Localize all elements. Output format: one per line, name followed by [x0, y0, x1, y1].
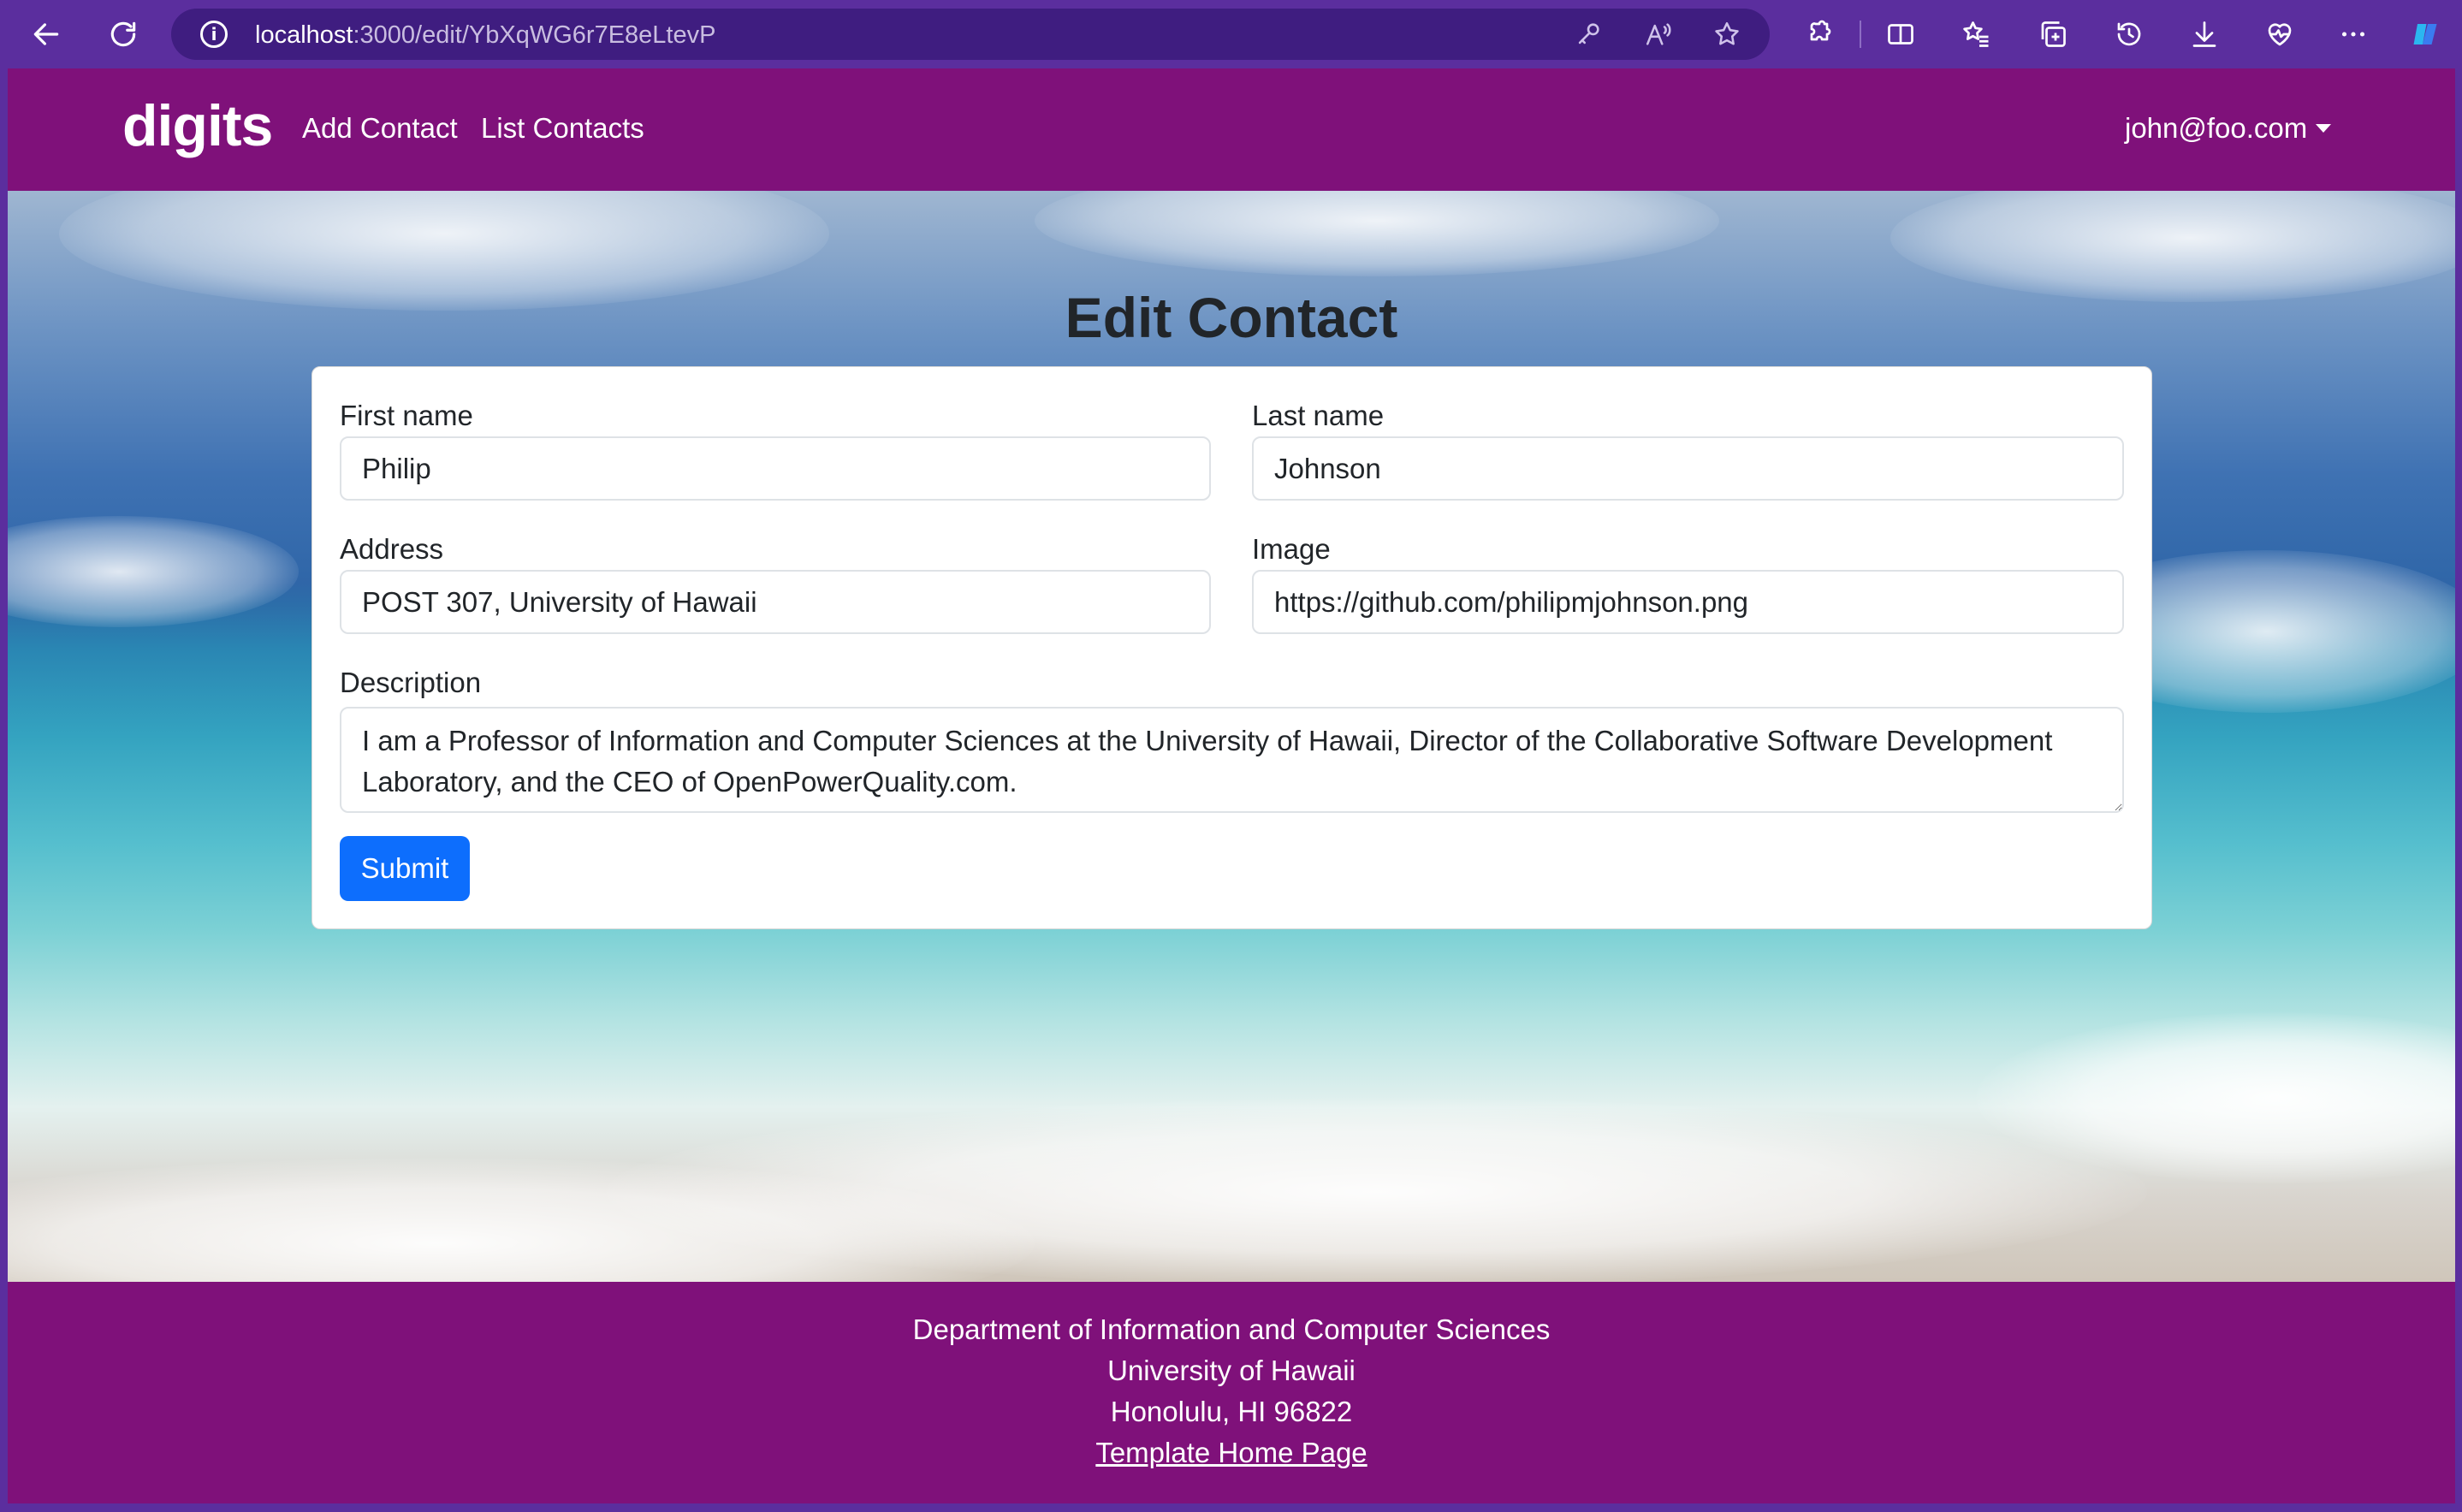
submit-button[interactable]: Submit — [340, 836, 470, 901]
cloud-decoration — [1035, 191, 1719, 276]
last-name-label: Last name — [1252, 400, 1385, 431]
footer-city: Honolulu, HI 96822 — [1110, 1396, 1353, 1427]
page-title: Edit Contact — [1065, 286, 1398, 349]
nav-add-contact[interactable]: Add Contact — [302, 112, 458, 145]
performance-heart-icon[interactable] — [2261, 15, 2299, 53]
footer-link-row: Template Home Page — [8, 1437, 2455, 1469]
back-arrow-icon[interactable] — [22, 12, 70, 56]
key-icon[interactable] — [1573, 19, 1604, 50]
more-options-icon[interactable] — [2334, 15, 2372, 53]
page-footer: Department of Information and Computer S… — [8, 1282, 2455, 1503]
browser-toolbar: i localhost:3000/edit/YbXqWG6r7E8eLtevP — [0, 0, 2462, 68]
history-icon[interactable] — [2110, 15, 2148, 53]
image-label: Image — [1252, 533, 1331, 565]
app-navbar: digits Add Contact List Contacts john@fo… — [8, 68, 2455, 191]
downloads-icon[interactable] — [2186, 15, 2223, 53]
edit-contact-form: First name Last name Address Image Descr… — [311, 366, 2152, 929]
address-bar[interactable]: i localhost:3000/edit/YbXqWG6r7E8eLtevP — [171, 9, 1770, 60]
footer-university: University of Hawaii — [1107, 1355, 1356, 1386]
user-dropdown[interactable]: john@foo.com — [2125, 112, 2332, 145]
nav-list-contacts[interactable]: List Contacts — [481, 112, 644, 145]
cloud-decoration — [8, 516, 299, 627]
favorite-star-icon[interactable] — [1712, 19, 1742, 50]
url-text[interactable]: localhost:3000/edit/YbXqWG6r7E8eLtevP — [255, 21, 715, 50]
address-input[interactable] — [340, 570, 1211, 634]
template-home-link[interactable]: Template Home Page — [1095, 1437, 1367, 1468]
user-email: john@foo.com — [2125, 112, 2308, 144]
toolbar-divider — [1860, 21, 1861, 48]
last-name-input[interactable] — [1252, 436, 2124, 501]
site-info-icon[interactable]: i — [200, 21, 228, 48]
first-name-label: First name — [340, 400, 473, 431]
hero-background: Edit Contact First name Last name Addres… — [8, 191, 2455, 1282]
collections-icon[interactable] — [2034, 15, 2072, 53]
caret-down-icon — [2316, 124, 2332, 133]
favorites-icon[interactable] — [1958, 15, 1996, 53]
description-label: Description — [340, 667, 482, 698]
first-name-input[interactable] — [340, 436, 1211, 501]
extensions-icon[interactable] — [1801, 15, 1838, 53]
read-aloud-icon[interactable] — [1643, 19, 1674, 50]
image-url-input[interactable] — [1252, 570, 2124, 634]
copilot-icon[interactable] — [2406, 15, 2444, 53]
description-textarea[interactable]: I am a Professor of Information and Comp… — [340, 707, 2124, 813]
page-viewport: digits Add Contact List Contacts john@fo… — [8, 68, 2455, 1503]
footer-department: Department of Information and Computer S… — [912, 1313, 1551, 1345]
address-label: Address — [340, 533, 444, 565]
refresh-icon[interactable] — [99, 12, 147, 56]
split-screen-icon[interactable] — [1882, 15, 1919, 53]
brand-logo[interactable]: digits — [122, 92, 273, 159]
